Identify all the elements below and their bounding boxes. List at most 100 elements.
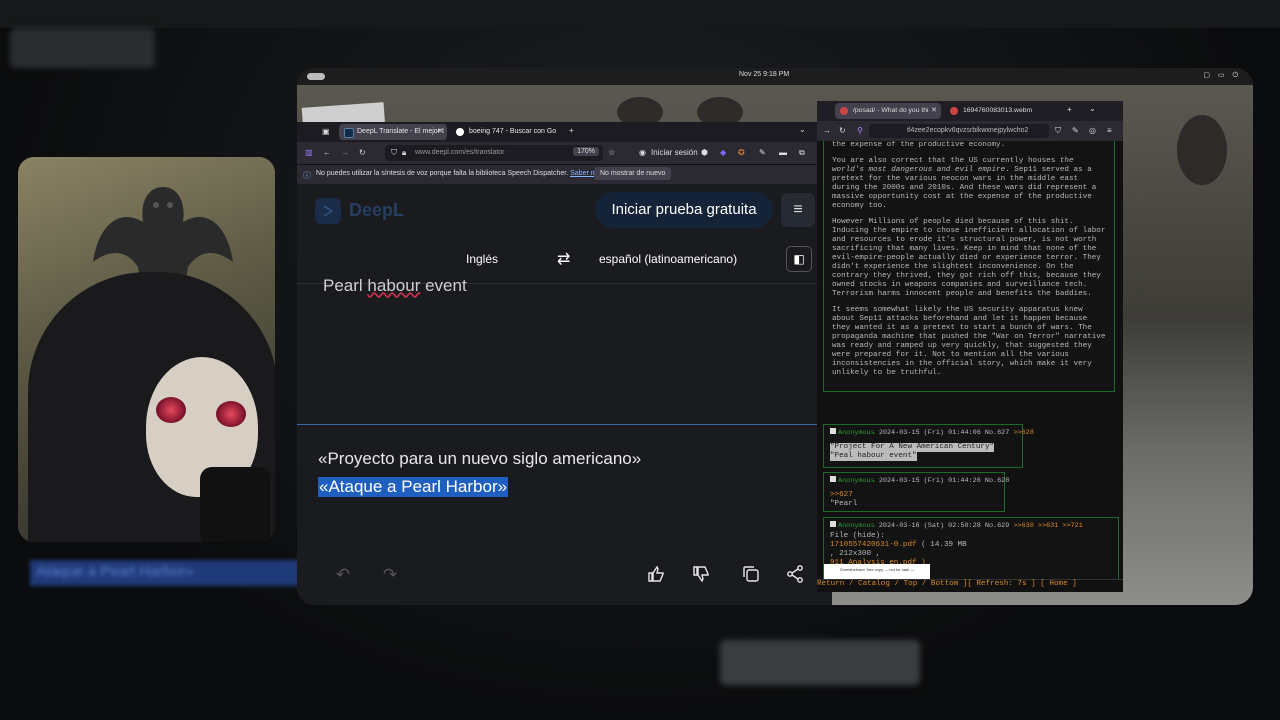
system-tray[interactable]: ▢ ▭ ⏻ [1203, 71, 1241, 80]
redo-icon[interactable]: ↷ [379, 564, 401, 586]
tab-posad[interactable]: /posad/ - What do you thi ✕ [835, 103, 941, 119]
tab-google[interactable]: boeing 747 - Buscar con Go [451, 124, 563, 140]
background-blur-box [10, 28, 155, 68]
url-text: www.deepl.com/es/translator [415, 149, 505, 156]
reload-icon[interactable]: ↻ [839, 126, 846, 135]
quote-link[interactable]: >>627 [830, 491, 853, 499]
deepl-favicon [344, 128, 354, 138]
close-tab-icon[interactable]: ✕ [931, 103, 937, 119]
post-checkbox[interactable] [830, 521, 836, 527]
tab-list-button[interactable]: ⌄ [1089, 104, 1096, 113]
post-text: >>627 "Pearl [830, 491, 998, 509]
post-header: Anonymous 2024-03-15 (Fri) 01:44:26 No.6… [830, 476, 1009, 485]
source-text[interactable]: Pearl habour event [323, 276, 467, 296]
extension-icon[interactable]: ▬ [779, 148, 787, 157]
deepl-logo[interactable] [315, 198, 341, 224]
extension-icon[interactable]: ✎ [1072, 126, 1079, 135]
extension-icon[interactable]: ◆ [720, 148, 726, 157]
file-info: File (hide): 1710557420631-0.pdf ( 14.39… [830, 532, 1112, 568]
bottom-nav-links[interactable]: Return / Catalog / Top / Bottom ][ Refre… [817, 580, 1077, 588]
speech-notification-bar: ⓘ No puedes utilizar la síntesis de voz … [297, 164, 832, 185]
new-tab-button[interactable]: + [569, 126, 574, 135]
bookmark-star-icon[interactable]: ☆ [608, 148, 615, 157]
thumbs-down-icon[interactable] [690, 564, 712, 586]
post-header: Anonymous 2024-03-16 (Sat) 02:50:28 No.6… [830, 521, 1112, 530]
reload-icon[interactable]: ↻ [359, 148, 366, 157]
shield-icon[interactable]: ⛉ [391, 148, 397, 158]
extension-icon[interactable]: ✎ [759, 148, 766, 157]
translation-line-2-selected[interactable]: «Ataque a Pearl Harbor» [318, 477, 509, 497]
misspelled-word[interactable]: habour [367, 276, 420, 295]
wallpaper-arch [1177, 115, 1227, 185]
clock[interactable]: Nov 25 9:18 PM [739, 71, 789, 78]
post-checkbox[interactable] [830, 428, 836, 434]
lock-icon[interactable]: 🔒︎ [402, 148, 406, 158]
post-date[interactable]: 2024-03-16 (Sat) 02:50:28 No.629 [879, 522, 1010, 530]
file-link[interactable]: 1710557420631-0.pdf [830, 541, 917, 549]
translation-output-area[interactable]: «Proyecto para un nuevo siglo americano»… [297, 424, 832, 545]
translation-toolbar: ↶ ↷ [297, 544, 832, 605]
target-language-selector[interactable]: español (latinoamericano) [599, 252, 737, 266]
back-icon[interactable]: ← [323, 148, 331, 157]
account-icon[interactable]: ◉ [639, 148, 646, 157]
thumbs-up-icon[interactable] [645, 564, 667, 586]
forward-icon[interactable]: → [341, 148, 349, 157]
tab-list-button[interactable]: ⌄ [799, 125, 806, 134]
selected-quote: "Project For A New American Century" [830, 443, 995, 452]
share-icon[interactable] [784, 564, 806, 586]
post-date[interactable]: 2024-03-15 (Fri) 01:44:26 No.628 [879, 477, 1010, 485]
translation-line-1[interactable]: «Proyecto para un nuevo siglo americano» [318, 449, 641, 469]
site-favicon [950, 107, 958, 115]
unknown-icon[interactable]: ◎ [1089, 126, 1096, 135]
url-bar[interactable]: tl4zee2ecopkv6qvzsrbikwxnejpylwcho2 [869, 124, 1049, 138]
undo-icon[interactable]: ↶ [332, 564, 354, 586]
extensions-puzzle-icon[interactable]: ⧉ [799, 148, 805, 158]
sidebar-icon[interactable]: ▥ [305, 148, 313, 157]
thumbnail-text: Overwhelmed, free copy — not for sale — [839, 567, 915, 572]
new-tab-button[interactable]: + [1067, 105, 1072, 114]
tor-icon[interactable]: ⚲ [857, 126, 863, 135]
backlink[interactable]: >>628 [1013, 429, 1033, 437]
post-paragraph: the expense of the productive economy. [832, 141, 1006, 149]
swap-languages-icon[interactable]: ⇄ [557, 249, 570, 269]
mask-eye [216, 401, 246, 427]
dont-show-again-button[interactable]: No mostrar de nuevo [594, 167, 672, 180]
copy-icon[interactable] [740, 564, 762, 586]
menu-icon[interactable]: ≡ [1107, 126, 1112, 135]
extension-icon[interactable]: ✪ [738, 148, 745, 157]
file-size: ( 14.39 MB [921, 541, 967, 549]
hamburger-menu-button[interactable]: ≡ [781, 193, 815, 227]
source-text-prefix: Pearl [323, 276, 368, 295]
source-text-area[interactable]: Pearl habour event [297, 276, 832, 424]
post-checkbox[interactable] [830, 476, 836, 482]
login-link[interactable]: Iniciar sesión [651, 148, 698, 157]
post-date[interactable]: 2024-03-15 (Fri) 01:44:06 No.627 [879, 429, 1010, 437]
tab-deepl[interactable]: DeepL Translate - El mejor t ✕ [339, 124, 447, 140]
tab-overview-icon[interactable]: ▣ [322, 127, 330, 136]
zoom-level[interactable]: 170% [573, 147, 599, 156]
activities-indicator[interactable] [307, 73, 325, 80]
post-header: Anonymous 2024-03-15 (Fri) 01:44:06 No.6… [830, 428, 1034, 437]
forward-icon[interactable]: → [823, 126, 831, 135]
tab-label: /posad/ - What do you thi [853, 107, 929, 114]
close-tab-icon[interactable]: ✕ [437, 124, 443, 140]
collapse-panel-icon[interactable]: ◧ [786, 246, 812, 272]
file-label[interactable]: File (hide): [830, 532, 885, 540]
shield-icon[interactable]: ⛉ [1055, 126, 1061, 136]
post-text: "Project For A New American Century" "Pea… [830, 443, 1016, 461]
free-trial-button[interactable]: Iniciar prueba gratuita [595, 192, 773, 228]
backlinks[interactable]: >>630 >>631 >>721 [1013, 522, 1082, 530]
tab-webm[interactable]: 1694760083013.webm [945, 103, 1057, 119]
post-paragraph: It seems somewhat likely the US security… [832, 306, 1106, 377]
tab-strip: ▣ DeepL Translate - El mejor t ✕ boeing … [297, 122, 832, 142]
url-bar[interactable]: ⛉ 🔒︎ www.deepl.com/es/translator 170% [385, 145, 603, 161]
pdf-thumbnail[interactable]: Overwhelmed, free copy — not for sale — [824, 564, 930, 579]
tab-label: DeepL Translate - El mejor t [357, 128, 444, 135]
screen-capture: Nov 25 9:18 PM ▢ ▭ ⏻ ▣ DeepL Translate -… [297, 68, 1253, 605]
source-language-selector[interactable]: Inglés [466, 252, 498, 266]
extension-icon[interactable]: ⬢ [701, 148, 708, 157]
webcam-overlay [18, 157, 275, 542]
thread-bottom-bar[interactable]: Return / Catalog / Top / Bottom ][ Refre… [817, 579, 1123, 592]
reply-post: Anonymous 2024-03-16 (Sat) 02:50:28 No.6… [823, 517, 1119, 579]
site-favicon [840, 107, 848, 115]
